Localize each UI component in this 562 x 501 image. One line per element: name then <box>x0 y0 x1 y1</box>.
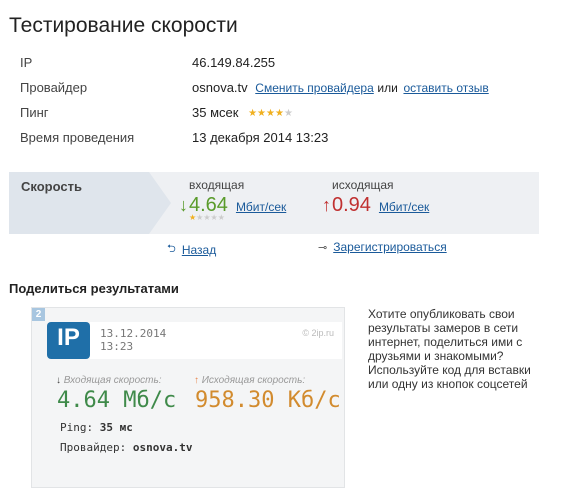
card-outgoing-label: ↑ Исходящая скорость: <box>194 375 305 386</box>
ping-value-group: 35 мсек ★ ★ ★ ★ ★ <box>192 105 293 120</box>
provider-value: osnova.tv <box>192 80 248 95</box>
down-arrow-icon: ↓ <box>179 195 188 215</box>
register-link-group[interactable]: ⊸ Зарегистрироваться <box>318 240 447 254</box>
ping-rating: ★ ★ ★ ★ ★ <box>248 107 293 119</box>
outgoing-unit-link[interactable]: Мбит/сек <box>379 200 429 214</box>
time-value: 13 декабря 2014 13:23 <box>192 130 329 145</box>
register-link[interactable]: Зарегистрироваться <box>333 240 446 254</box>
share-card[interactable]: 2 IP 13.12.2014 13:23 © 2ip.ru ↓ Входяща… <box>31 307 345 488</box>
card-ping: Ping: 35 мс <box>60 421 133 434</box>
change-provider-link[interactable]: Сменить провайдера <box>255 81 374 95</box>
speed-head-arrow <box>149 172 171 234</box>
card-header: 13.12.2014 13:23 © 2ip.ru <box>90 322 342 359</box>
back-link-group[interactable]: ⮌ Назад <box>167 240 216 259</box>
star-filled-icon: ★ <box>266 107 275 119</box>
ping-label: Пинг <box>20 105 49 120</box>
provider-value-group: osnova.tv Сменить провайдера или оставит… <box>192 80 489 95</box>
star-filled-icon: ★ <box>257 107 266 119</box>
incoming-rating: ★ ★ ★ ★ ★ <box>189 214 286 222</box>
star-filled-icon: ★ <box>274 107 284 119</box>
or-text: или <box>377 81 398 95</box>
share-description: Хотите опубликовать свои результаты заме… <box>368 307 531 391</box>
speed-head: Скорость <box>9 172 149 234</box>
outgoing-value-row: ↑ 0.94 Мбит/сек <box>322 194 429 217</box>
card-brand: © 2ip.ru <box>302 328 334 338</box>
outgoing-value: 0.94 <box>332 194 371 216</box>
card-incoming-label-text: Входящая скорость: <box>63 375 162 386</box>
incoming-unit-link[interactable]: Мбит/сек <box>236 200 286 214</box>
speed-bar: Скорость входящая ↓ 4.64 Мбит/сек ★ ★ ★ ★ ★ … <box>9 172 539 234</box>
star-empty-icon: ★ <box>210 213 218 222</box>
star-filled-icon: ★ <box>248 107 258 119</box>
speed-label: Скорость <box>21 179 82 194</box>
info-row-ip: IP 46.149.84.255 <box>20 50 540 75</box>
card-time: 13:23 <box>100 340 134 353</box>
card-provider-value: osnova.tv <box>132 441 193 454</box>
info-row-ping: Пинг 35 мсек ★ ★ ★ ★ ★ <box>20 100 540 125</box>
card-outgoing-value: 958.30 Кб/с <box>195 388 341 413</box>
ip-value: 46.149.84.255 <box>192 55 276 70</box>
card-provider: Провайдер: osnova.tv <box>60 441 192 454</box>
card-number-badge: 2 <box>32 308 45 321</box>
outgoing-caption: исходящая <box>332 178 394 192</box>
info-row-time: Время проведения 13 декабря 2014 13:23 <box>20 125 540 150</box>
card-incoming-value: 4.64 Мб/с <box>57 388 177 413</box>
info-table: IP 46.149.84.255 Провайдер osnova.tv Сме… <box>20 50 540 150</box>
star-empty-icon: ★ <box>283 107 293 119</box>
card-outgoing-label-text: Исходящая скорость: <box>201 375 306 386</box>
card-ping-label: Ping: <box>60 421 94 434</box>
register-icon: ⊸ <box>318 241 328 254</box>
page-title: Тестирование скорости <box>9 14 238 37</box>
back-link[interactable]: Назад <box>182 243 216 257</box>
card-provider-label: Провайдер: <box>60 441 127 454</box>
leave-review-link[interactable]: оставить отзыв <box>403 81 488 95</box>
ip-label: IP <box>20 55 33 70</box>
incoming-caption: входящая <box>189 178 245 192</box>
ip-logo-text: IP <box>57 324 80 351</box>
card-ping-value: 35 мс <box>99 421 133 434</box>
star-empty-icon: ★ <box>196 213 204 222</box>
down-arrow-icon: ↓ <box>56 375 61 386</box>
incoming-speed: входящая ↓ 4.64 Мбит/сек ★ ★ ★ ★ ★ <box>179 178 286 222</box>
star-empty-icon: ★ <box>203 213 211 222</box>
ip-logo: IP <box>47 322 90 359</box>
up-arrow-icon: ↑ <box>194 375 199 386</box>
share-title: Поделиться результатами <box>9 281 179 296</box>
info-row-provider: Провайдер osnova.tv Сменить провайдера и… <box>20 75 540 100</box>
ping-value: 35 мсек <box>192 105 239 120</box>
provider-label: Провайдер <box>20 80 88 95</box>
star-empty-icon: ★ <box>217 213 225 222</box>
star-filled-icon: ★ <box>189 213 197 222</box>
back-arrow-icon: ⮌ <box>167 243 176 255</box>
card-date: 13.12.2014 <box>100 327 167 340</box>
outgoing-speed: исходящая ↑ 0.94 Мбит/сек <box>322 178 429 217</box>
card-incoming-label: ↓ Входящая скорость: <box>56 375 162 386</box>
card-date-block: 13.12.2014 13:23 <box>100 327 166 353</box>
up-arrow-icon: ↑ <box>322 195 331 215</box>
time-label: Время проведения <box>20 130 135 145</box>
